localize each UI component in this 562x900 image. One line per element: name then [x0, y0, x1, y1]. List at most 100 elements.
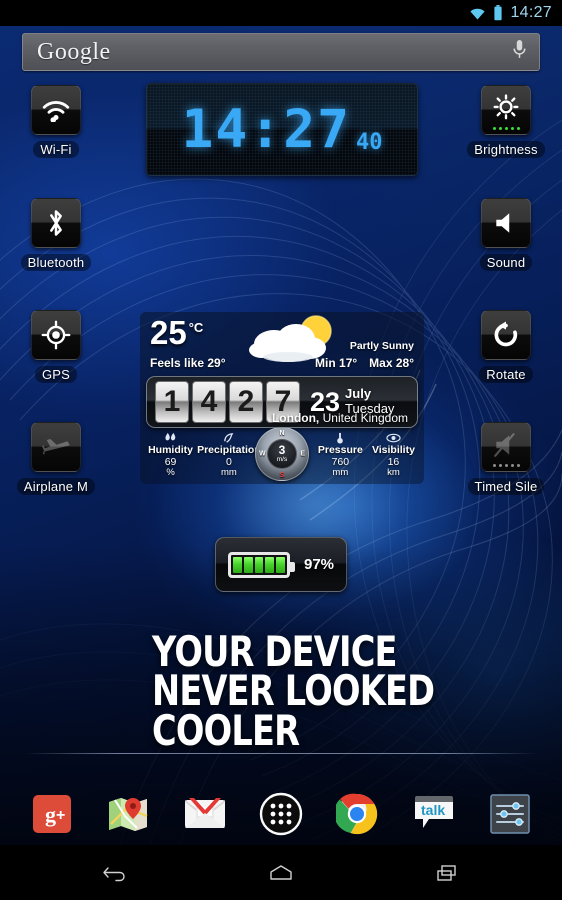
- compass-west: W: [259, 450, 266, 458]
- wifi-icon: [469, 7, 486, 20]
- brightness-toggle-tile[interactable]: [481, 85, 531, 135]
- toggle-rotate[interactable]: Rotate: [463, 310, 549, 383]
- humidity-icon: [144, 431, 197, 444]
- status-bar-clock: 14:27: [510, 4, 552, 21]
- battery-level-indicator: [227, 551, 295, 578]
- toggle-label: Brightness: [467, 141, 545, 158]
- status-bar: 14:27: [0, 0, 562, 26]
- stat-title: Humidity: [148, 444, 193, 456]
- back-icon: [103, 866, 125, 881]
- visibility-icon: [367, 431, 420, 444]
- compass-south: S: [279, 472, 285, 479]
- promo-text: YOUR DEVICE NEVER LOOKED COOLER: [152, 630, 472, 755]
- battery-bar: [243, 556, 253, 573]
- nav-back-button[interactable]: [95, 856, 135, 890]
- weather-stats-row: Humidity 69 % Precipitation 0 mm Pressur…: [140, 427, 424, 481]
- brightness-icon: [493, 94, 519, 120]
- microphone-icon[interactable]: [512, 39, 527, 65]
- weather-widget[interactable]: 25 °C Feels like 29° Partly Sunny Min 17°…: [140, 312, 424, 484]
- divider-line: [25, 753, 537, 754]
- weather-city: London,: [271, 411, 320, 425]
- google-search-bar[interactable]: Google: [22, 33, 540, 71]
- svg-text:g: g: [45, 802, 56, 827]
- stat-title: Precipitation: [197, 444, 261, 456]
- compass-center: 3 m/s: [267, 439, 297, 469]
- weather-temperature: 25 °C: [150, 314, 204, 351]
- weather-flip-clock: 1 4 2 7 23 July Tuesday London, United K…: [146, 376, 418, 428]
- dock-item-maps[interactable]: [104, 790, 152, 838]
- stat-unit: mm: [332, 467, 349, 479]
- flip-digit: 4: [192, 381, 226, 423]
- weather-feels-like: Feels like 29°: [150, 356, 226, 370]
- toggle-label: Airplane M: [16, 478, 96, 495]
- toggle-label: Bluetooth: [20, 254, 92, 271]
- weather-location: London, United Kingdom: [272, 411, 408, 425]
- mute-icon: [494, 433, 515, 457]
- weather-condition: Partly Sunny: [349, 340, 414, 352]
- dock-item-settings[interactable]: [486, 790, 534, 838]
- stat-unit: mm: [220, 467, 237, 479]
- dock-item-google-plus[interactable]: g +: [28, 790, 76, 838]
- wind-compass: N S W E 3 m/s: [255, 427, 309, 481]
- google-plus-icon: g +: [33, 795, 72, 833]
- dock-item-app-drawer[interactable]: [257, 790, 305, 838]
- timed-silence-level-dots: [482, 464, 530, 467]
- svg-text:talk: talk: [421, 802, 445, 818]
- toggle-wifi[interactable]: Wi-Fi: [13, 85, 99, 158]
- equalizer-icon: [490, 794, 530, 834]
- timed-silence-toggle-tile[interactable]: [481, 422, 531, 472]
- weather-country: United Kingdom: [319, 411, 408, 425]
- toggle-label: Wi-Fi: [33, 141, 79, 158]
- toggle-gps[interactable]: GPS: [13, 310, 99, 383]
- dock-item-chrome[interactable]: [333, 790, 381, 838]
- google-logo: Google: [37, 38, 111, 65]
- battery-bar: [254, 556, 264, 573]
- wifi-toggle-tile[interactable]: [31, 85, 81, 135]
- weather-summary: 25 °C Feels like 29° Partly Sunny Min 17°…: [140, 312, 424, 374]
- home-icon: [270, 864, 292, 880]
- brightness-level-dots: [482, 127, 530, 130]
- lcd-clock-time: 14:27: [181, 99, 352, 160]
- toggle-sound[interactable]: Sound: [463, 198, 549, 271]
- partly-sunny-icon: [249, 315, 332, 362]
- nav-home-button[interactable]: [261, 856, 301, 890]
- dock: g + talk: [0, 783, 562, 845]
- battery-bar: [276, 556, 285, 573]
- gps-icon: [41, 320, 71, 350]
- toggle-bluetooth[interactable]: Bluetooth: [13, 198, 99, 271]
- wifi-icon: [42, 100, 70, 122]
- toggle-airplane[interactable]: Airplane M: [13, 422, 99, 495]
- dock-item-talk[interactable]: talk: [410, 790, 458, 838]
- bluetooth-icon: [50, 210, 62, 236]
- weather-stat-precipitation: Precipitation 0 mm: [197, 431, 261, 479]
- dock-item-gmail[interactable]: [181, 790, 229, 838]
- wind-unit: m/s: [276, 456, 288, 464]
- sound-toggle-tile[interactable]: [481, 198, 531, 248]
- talk-icon: talk: [414, 796, 453, 828]
- svg-text:+: +: [56, 807, 65, 824]
- battery-percentage: 97%: [303, 556, 335, 573]
- toggle-label: Sound: [479, 254, 533, 271]
- weather-stat-pressure: Pressure 760 mm: [314, 431, 367, 479]
- stat-unit: km: [387, 467, 400, 479]
- airplane-icon: [42, 438, 70, 455]
- gps-toggle-tile[interactable]: [31, 310, 81, 360]
- toggle-timed-silence[interactable]: Timed Sile: [463, 422, 549, 495]
- recents-icon: [437, 864, 456, 881]
- promo-line-3: COOLER: [152, 705, 300, 755]
- airplane-toggle-tile[interactable]: [31, 422, 81, 472]
- lcd-clock-widget[interactable]: 14:27 40: [146, 83, 418, 176]
- stat-title: Visibility: [371, 444, 415, 456]
- app-drawer-icon: [259, 792, 303, 836]
- toggle-label: Rotate: [479, 366, 533, 383]
- toggle-brightness[interactable]: Brightness: [463, 85, 549, 158]
- weather-stat-visibility: Visibility 16 km: [367, 431, 420, 479]
- battery-widget[interactable]: 97%: [215, 537, 347, 592]
- nav-recents-button[interactable]: [427, 856, 467, 890]
- maps-icon: [109, 798, 148, 831]
- weather-month: July: [345, 386, 372, 402]
- bluetooth-toggle-tile[interactable]: [31, 198, 81, 248]
- rotate-toggle-tile[interactable]: [481, 310, 531, 360]
- compass-east: E: [300, 450, 305, 458]
- android-home-screen: 14:27 Google 14:27 40 Wi-Fi Bluetooth GP…: [0, 0, 562, 900]
